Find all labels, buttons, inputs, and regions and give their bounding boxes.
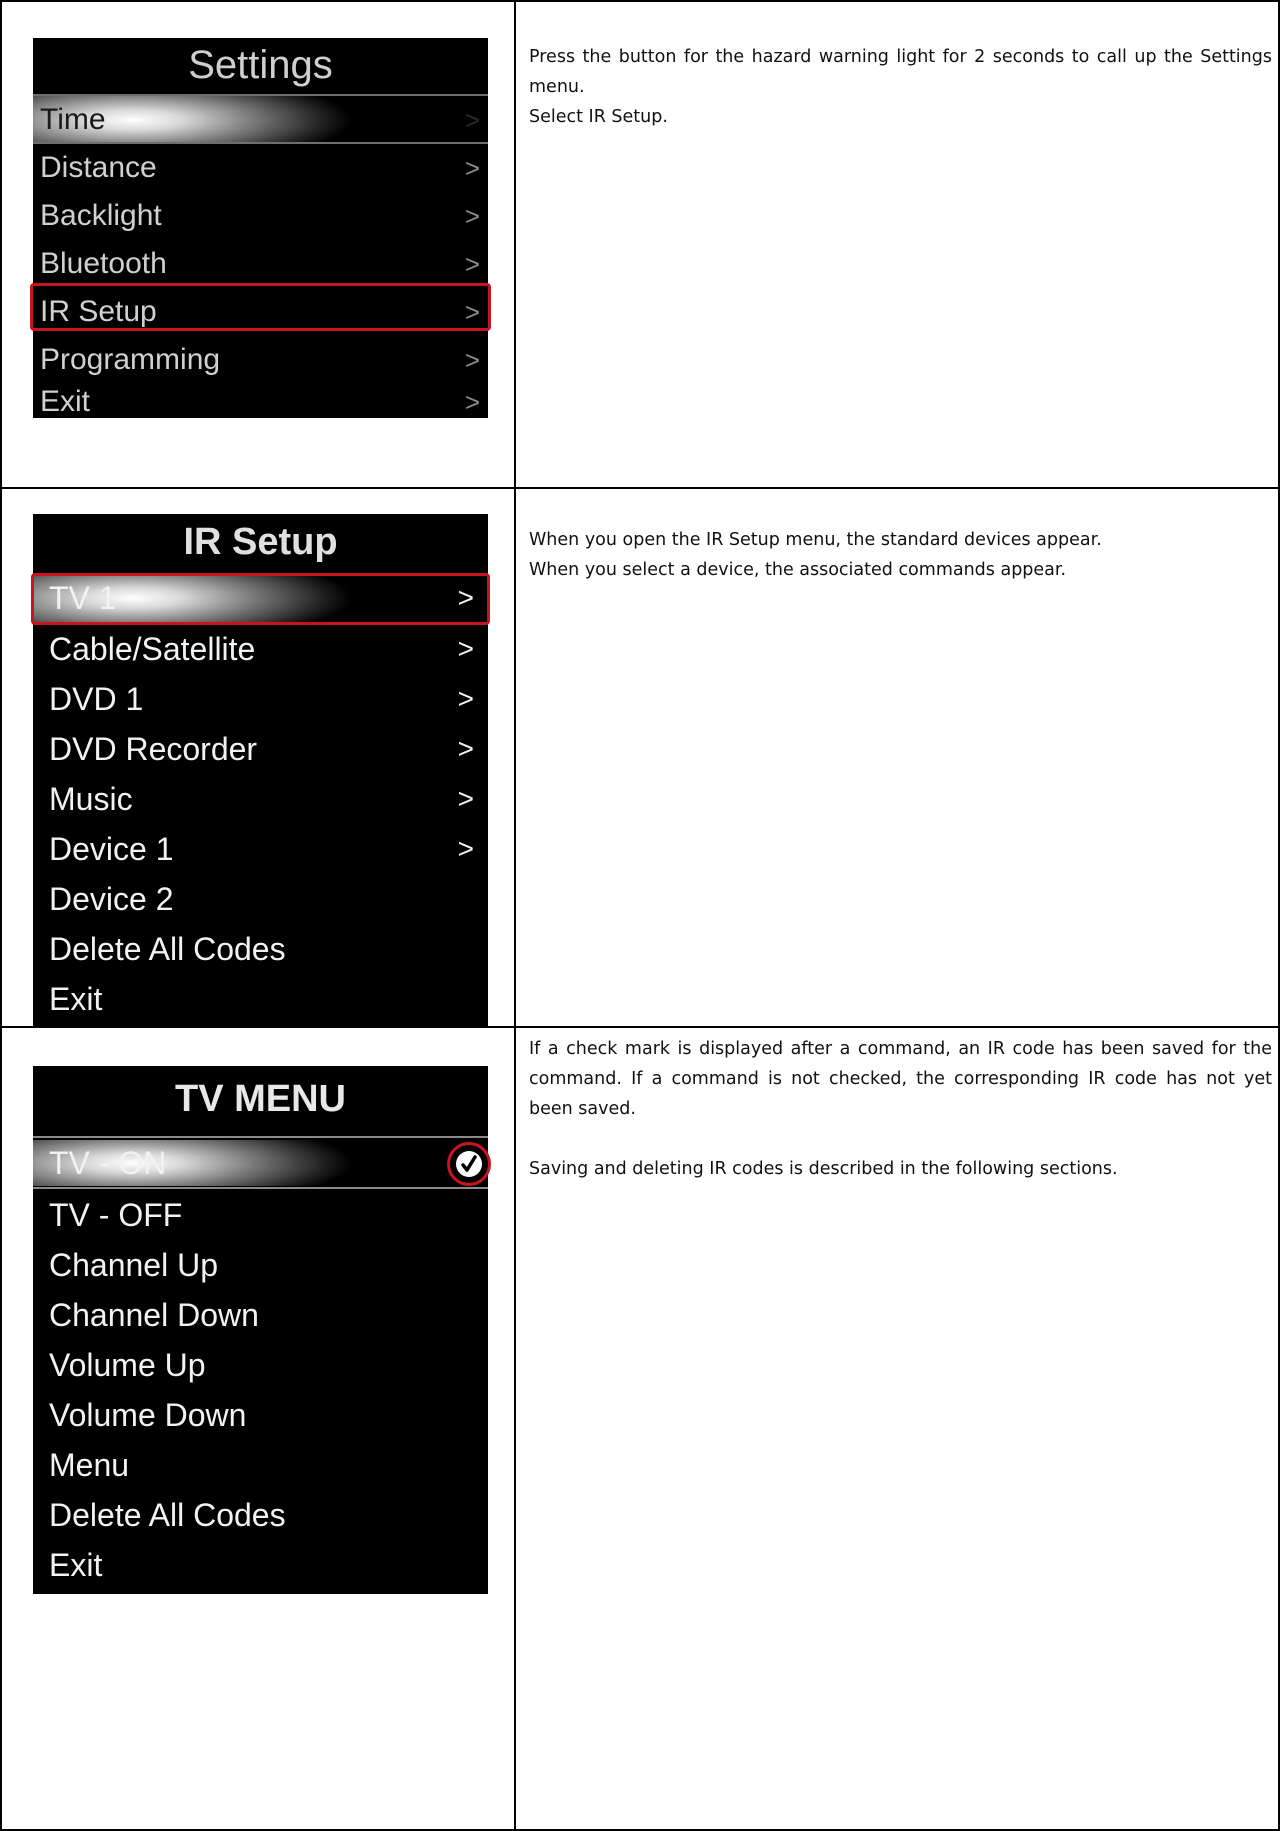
- ir-setup-screen: IR Setup TV 1 > Cable/Satellite > DVD 1 …: [31, 514, 490, 1026]
- menu-item-label: Menu: [49, 1447, 130, 1483]
- ir-item-music[interactable]: Music >: [33, 774, 488, 824]
- chevron-right-icon: >: [457, 783, 474, 814]
- description-paragraph: Select IR Setup.: [529, 107, 668, 127]
- tv-menu-screen-title: TV MENU: [175, 1078, 346, 1120]
- settings-screen: Settings Time > Distance > Backlight > B…: [30, 38, 491, 418]
- chevron-right-icon: >: [457, 833, 474, 864]
- chevron-right-icon: >: [457, 633, 474, 664]
- menu-item-label: Exit: [49, 1547, 103, 1583]
- separator: [33, 1187, 488, 1189]
- menu-item-label: Programming: [40, 343, 221, 376]
- description-cell: When you open the IR Setup menu, the sta…: [514, 487, 1280, 1028]
- settings-item-bluetooth[interactable]: Bluetooth >: [33, 240, 488, 288]
- menu-item-label: Music: [49, 781, 133, 817]
- menu-item-label: Distance: [40, 151, 157, 184]
- menu-item-label: Channel Up: [49, 1247, 218, 1283]
- description-text: When you open the IR Setup menu, the sta…: [516, 489, 1278, 585]
- chevron-right-icon: >: [464, 153, 480, 183]
- menu-item-label: Exit: [49, 981, 103, 1017]
- menu-item-label: Bluetooth: [40, 247, 167, 280]
- tv-item-volume-up[interactable]: Volume Up: [33, 1340, 488, 1390]
- chevron-right-icon: >: [457, 683, 474, 714]
- tv-item-menu[interactable]: Menu: [33, 1440, 488, 1490]
- menu-item-label: Volume Down: [49, 1397, 247, 1433]
- menu-item-label: DVD 1: [49, 681, 144, 717]
- settings-item-time[interactable]: Time >: [33, 96, 488, 144]
- menu-item-label: TV - ON: [49, 1145, 167, 1181]
- ir-item-cable-satellite[interactable]: Cable/Satellite >: [33, 624, 488, 674]
- tv-item-exit[interactable]: Exit: [33, 1540, 488, 1590]
- tv-item-channel-down[interactable]: Channel Down: [33, 1290, 488, 1340]
- menu-item-label: Volume Up: [49, 1347, 206, 1383]
- menu-item-label: Channel Down: [49, 1297, 259, 1333]
- menu-item-label: Time: [40, 103, 106, 136]
- description-paragraph: When you open the IR Setup menu, the sta…: [529, 530, 1102, 550]
- menu-item-label: Delete All Codes: [49, 931, 286, 967]
- settings-item-distance[interactable]: Distance >: [33, 144, 488, 192]
- ir-item-device-1[interactable]: Device 1 >: [33, 824, 488, 874]
- menu-item-label: Delete All Codes: [49, 1497, 286, 1533]
- menu-item-label: DVD Recorder: [49, 731, 258, 767]
- chevron-right-icon: >: [464, 201, 480, 231]
- chevron-right-icon: >: [464, 345, 480, 375]
- tv-item-on[interactable]: TV - ON: [33, 1140, 488, 1186]
- chevron-right-icon: >: [464, 105, 480, 135]
- menu-item-label: Exit: [40, 385, 91, 418]
- menu-item-label: Cable/Satellite: [49, 631, 256, 667]
- ir-item-device-2[interactable]: Device 2: [33, 874, 488, 924]
- settings-item-programming[interactable]: Programming >: [33, 336, 488, 384]
- ir-item-exit[interactable]: Exit: [33, 974, 488, 1024]
- menu-item-label: Device 2: [49, 881, 174, 917]
- ir-item-dvd-1[interactable]: DVD 1 >: [33, 674, 488, 724]
- settings-item-backlight[interactable]: Backlight >: [33, 192, 488, 240]
- menu-item-label: TV - OFF: [49, 1197, 183, 1233]
- description-paragraph: If a check mark is displayed after a com…: [529, 1039, 1272, 1119]
- description-cell: If a check mark is displayed after a com…: [514, 1026, 1280, 1831]
- chevron-right-icon: >: [464, 249, 480, 279]
- instruction-table: Settings Time > Distance > Backlight > B…: [0, 0, 1280, 1831]
- instruction-row-tv-menu: TV MENU TV - ON TV - OFF Channel Up Chan…: [0, 1026, 1280, 1831]
- description-text: If a check mark is displayed after a com…: [516, 1028, 1278, 1184]
- selection-highlight-box: [31, 573, 490, 625]
- tv-item-volume-down[interactable]: Volume Down: [33, 1390, 488, 1440]
- instruction-row-settings: Settings Time > Distance > Backlight > B…: [0, 0, 1280, 489]
- check-highlight-circle: [447, 1142, 491, 1186]
- ir-setup-screen-title: IR Setup: [183, 521, 338, 563]
- tv-item-channel-up[interactable]: Channel Up: [33, 1240, 488, 1290]
- menu-item-label: Device 1: [49, 831, 174, 867]
- chevron-right-icon: >: [457, 733, 474, 764]
- settings-item-exit[interactable]: Exit >: [33, 382, 488, 422]
- description-paragraph: When you select a device, the associated…: [529, 560, 1067, 580]
- description-paragraph: Press the button for the hazard warning …: [529, 47, 1272, 97]
- screen-cell: IR Setup TV 1 > Cable/Satellite > DVD 1 …: [0, 487, 516, 1028]
- description-paragraph: Saving and deleting IR codes is describe…: [529, 1159, 1118, 1179]
- separator: [33, 1136, 488, 1138]
- check-icon: [456, 1151, 482, 1177]
- instruction-row-ir-setup: IR Setup TV 1 > Cable/Satellite > DVD 1 …: [0, 487, 1280, 1028]
- ir-item-delete-all-codes[interactable]: Delete All Codes: [33, 924, 488, 974]
- selection-highlight-box: [30, 283, 491, 331]
- screen-cell: Settings Time > Distance > Backlight > B…: [0, 0, 516, 489]
- description-cell: Press the button for the hazard warning …: [514, 0, 1280, 489]
- screen-cell: TV MENU TV - ON TV - OFF Channel Up Chan…: [0, 1026, 516, 1831]
- tv-item-delete-all-codes[interactable]: Delete All Codes: [33, 1490, 488, 1540]
- menu-item-label: Backlight: [40, 199, 162, 232]
- tv-menu-screen: TV MENU TV - ON TV - OFF Channel Up Chan…: [33, 1066, 491, 1594]
- description-text: Press the button for the hazard warning …: [516, 2, 1278, 132]
- ir-item-dvd-recorder[interactable]: DVD Recorder >: [33, 724, 488, 774]
- tv-item-off[interactable]: TV - OFF: [33, 1190, 488, 1240]
- settings-screen-title: Settings: [188, 43, 333, 87]
- chevron-right-icon: >: [464, 387, 480, 417]
